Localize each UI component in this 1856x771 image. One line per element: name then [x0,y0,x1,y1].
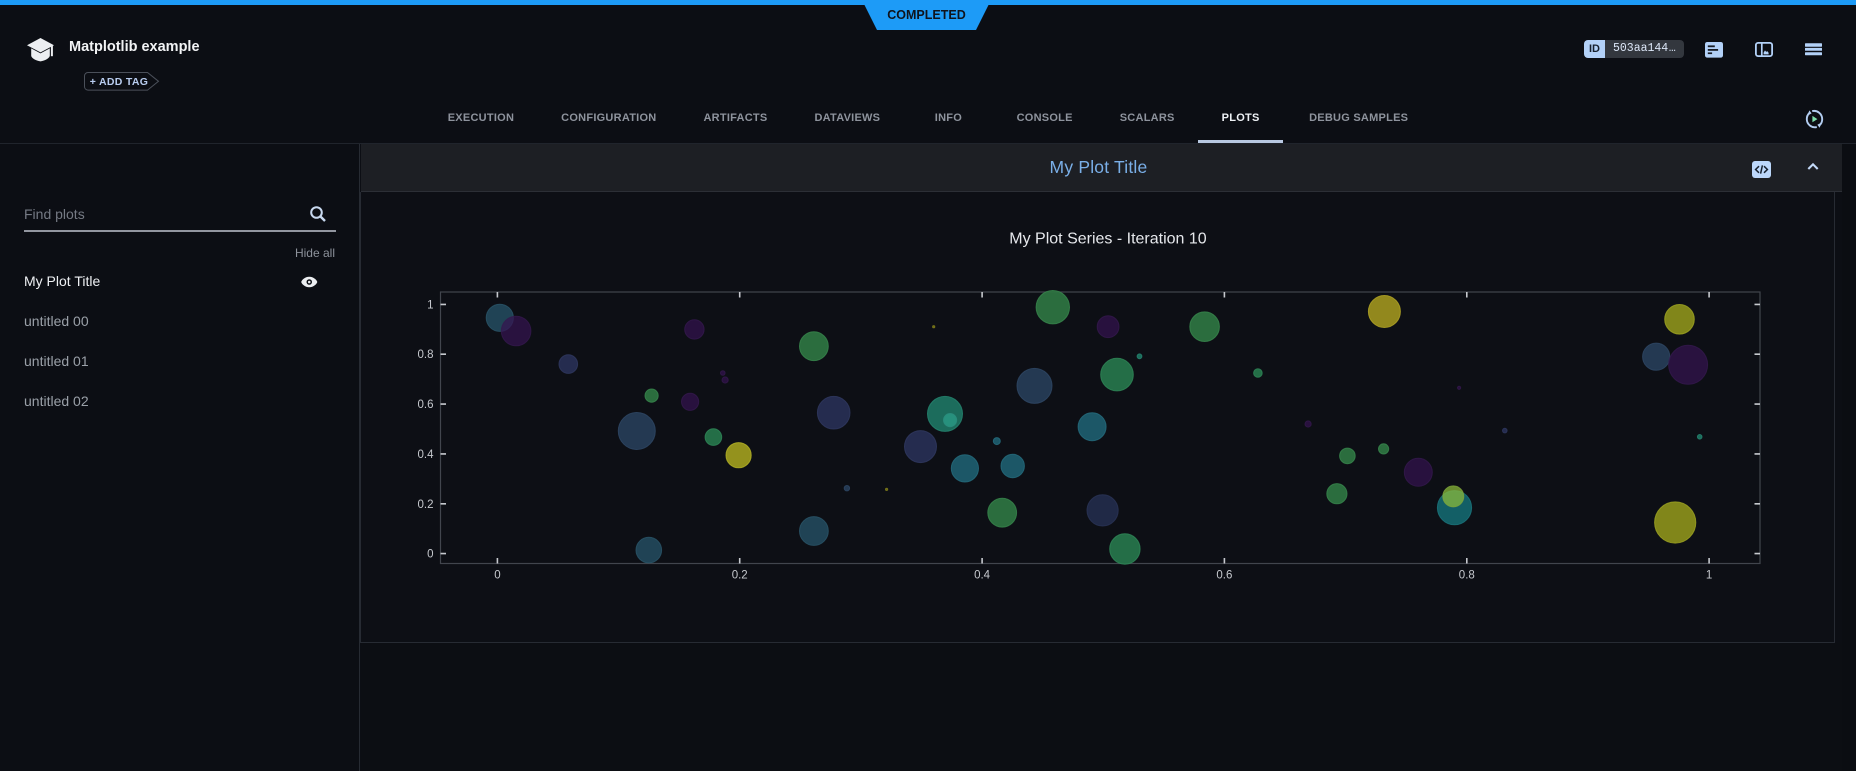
svg-text:0.8: 0.8 [418,349,434,361]
svg-text:+ ADD TAG: + ADD TAG [90,76,148,88]
svg-text:0.6: 0.6 [1216,570,1232,582]
svg-text:0.2: 0.2 [418,499,434,511]
svg-text:1: 1 [1706,570,1712,582]
svg-text:0.4: 0.4 [974,570,991,582]
svg-text:0: 0 [494,570,500,582]
svg-text:0.6: 0.6 [418,399,434,411]
svg-text:0.4: 0.4 [418,449,435,461]
svg-text:1: 1 [427,299,433,311]
svg-text:0.2: 0.2 [732,570,748,582]
svg-text:0: 0 [427,549,433,561]
svg-text:My Plot Series - Iteration 10: My Plot Series - Iteration 10 [1009,231,1207,248]
svg-text:0.8: 0.8 [1459,570,1475,582]
